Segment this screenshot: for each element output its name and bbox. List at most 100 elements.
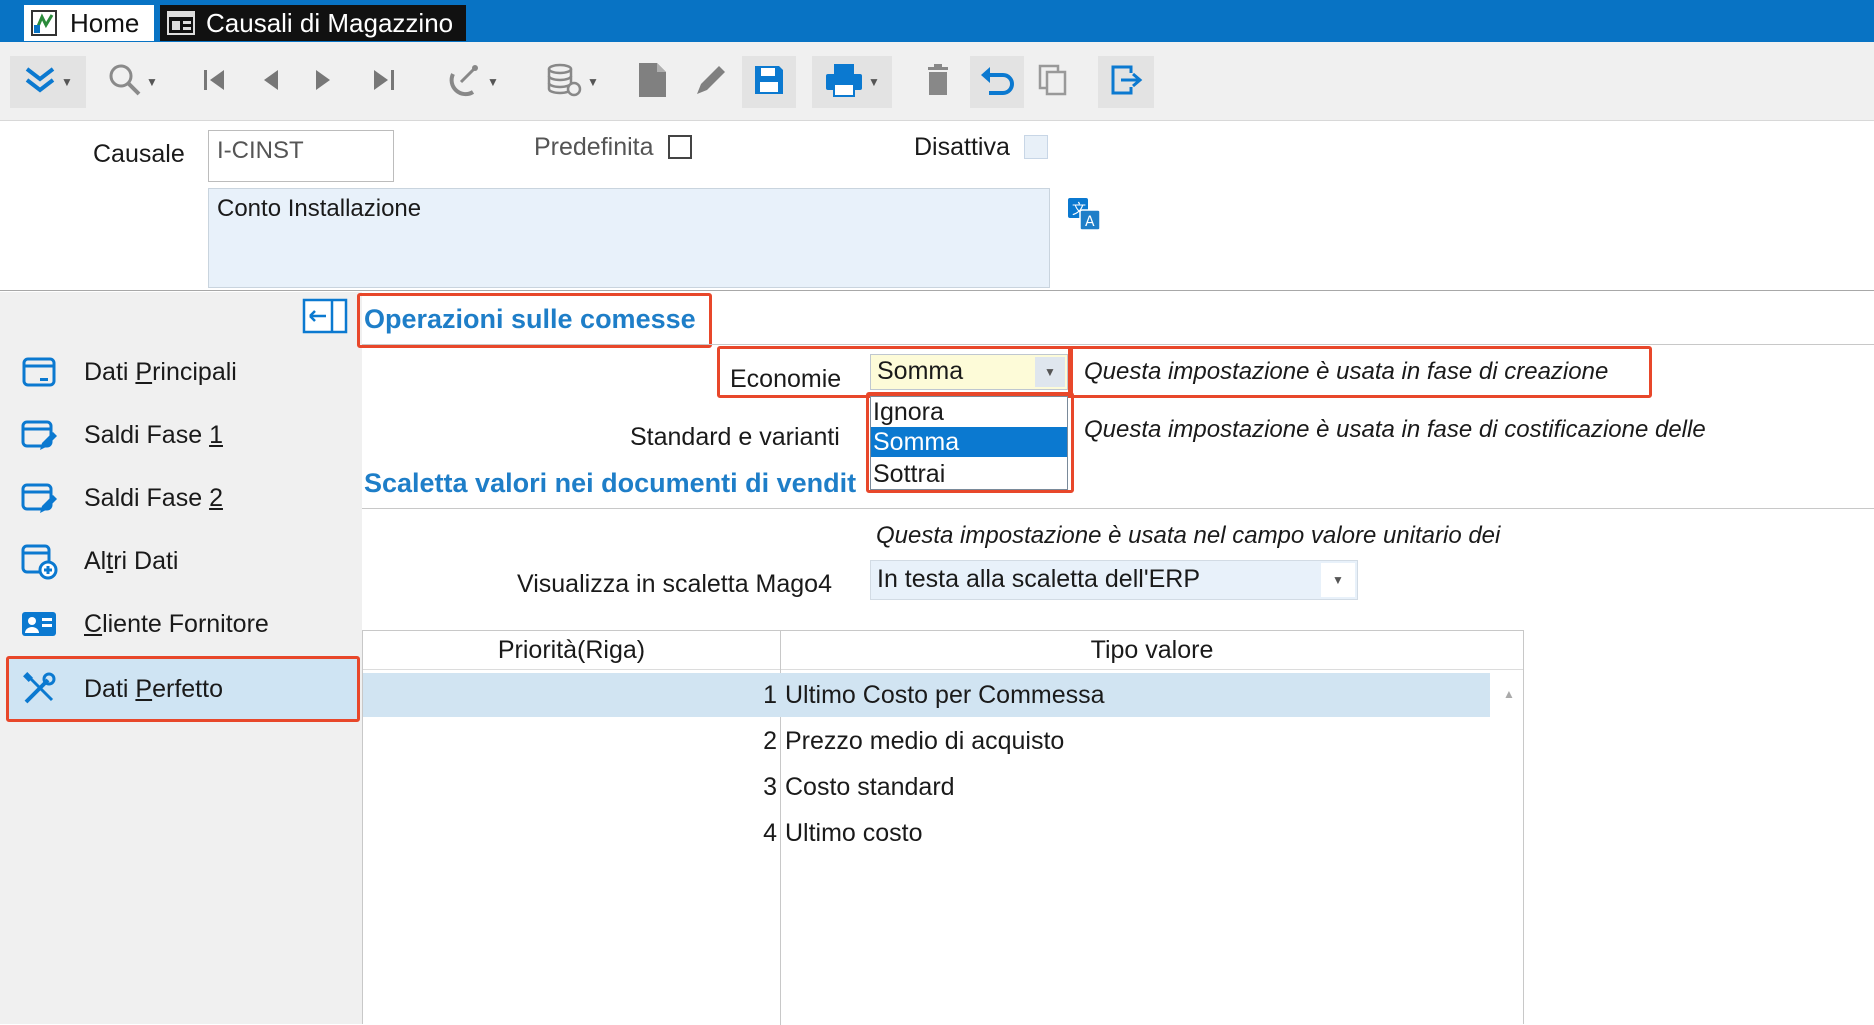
search-dropdown-icon: ▼ <box>146 75 158 89</box>
sidebar-item-cliente-fornitore[interactable]: Cliente Fornitore <box>6 596 358 652</box>
row-priority: 1 <box>763 681 777 709</box>
database-button[interactable]: ▼ <box>536 56 608 108</box>
save-button[interactable] <box>742 56 796 108</box>
save-icon <box>753 64 785 101</box>
dropdown-option-ignora[interactable]: Ignora <box>871 397 1069 427</box>
tab-home[interactable]: Home <box>24 5 154 41</box>
edit-button[interactable] <box>688 56 734 108</box>
edit-card-icon <box>20 479 58 517</box>
expand-button[interactable]: ▼ <box>10 56 86 108</box>
radar-button[interactable]: ▼ <box>438 56 508 108</box>
sidebar-item-altri-dati[interactable]: Altri Dati <box>6 533 358 589</box>
title-bar: Home Causali di Magazzino <box>0 0 1874 42</box>
new-document-button[interactable] <box>632 56 672 108</box>
expand-icon <box>23 65 57 100</box>
visualizza-select[interactable]: In testa alla scaletta dell'ERP ▼ <box>870 560 1358 600</box>
dropdown-option-sottrai[interactable]: Sottrai <box>871 459 1069 489</box>
last-record-icon <box>370 67 398 98</box>
sidebar-item-label: Dati Principali <box>84 357 237 386</box>
sidebar-item-dati-principali[interactable]: Dati Principali <box>6 344 358 400</box>
scroll-up-icon[interactable]: ▲ <box>1503 687 1515 701</box>
translate-icon: 文A <box>1066 198 1102 236</box>
copy-button[interactable] <box>1032 56 1074 108</box>
last-record-button[interactable] <box>366 56 402 108</box>
contact-card-icon <box>20 605 58 643</box>
radar-icon <box>447 62 483 103</box>
undo-button[interactable] <box>970 56 1024 108</box>
visualizza-select-value: In testa alla scaletta dell'ERP <box>877 565 1200 593</box>
section-operazioni-title: Operazioni sulle comesse <box>364 304 696 334</box>
standard-varianti-label: Standard e varianti <box>630 423 840 451</box>
toolbar: ▼ ▼ ▼ ▼ ▼ <box>0 42 1874 121</box>
form-window-icon <box>166 9 196 37</box>
economie-dropdown-list: Ignora Somma Sottrai <box>870 396 1068 490</box>
row-type: Prezzo medio di acquisto <box>785 727 1065 755</box>
first-record-icon <box>200 67 228 98</box>
economie-hint: Questa impostazione è usata in fase di c… <box>1084 358 1609 385</box>
sidebar-item-saldi-fase-1[interactable]: Saldi Fase 1 <box>6 407 358 463</box>
new-document-icon <box>636 61 668 104</box>
tab-home-label: Home <box>70 7 140 38</box>
sidebar-item-label: Saldi Fase 2 <box>84 483 223 512</box>
delete-button[interactable] <box>918 56 958 108</box>
disattiva-label: Disattiva <box>914 133 1010 161</box>
priority-grid: Priorità(Riga) Tipo valore 1 Ultimo Cost… <box>362 630 1524 1025</box>
edit-icon <box>693 62 729 103</box>
description-field[interactable]: Conto Installazione <box>208 188 1050 288</box>
radar-dropdown-icon: ▼ <box>487 75 499 89</box>
section-scaletta-title: Scaletta valori nei documenti di vendit <box>364 468 857 498</box>
table-row[interactable]: 4 Ultimo costo <box>363 811 1490 855</box>
chevron-down-icon[interactable]: ▼ <box>1321 563 1355 597</box>
sidebar: Dati Principali Saldi Fase 1 Saldi Fase … <box>0 292 362 1024</box>
predefinita-label: Predefinita <box>534 133 654 161</box>
column-header-priorita[interactable]: Priorità(Riga) <box>363 631 780 670</box>
undo-icon <box>979 63 1015 102</box>
collapse-panel-icon <box>302 298 348 338</box>
exit-icon <box>1109 63 1143 102</box>
disattiva-checkbox[interactable] <box>1024 135 1048 159</box>
sidebar-item-label: Dati Perfetto <box>84 674 223 703</box>
table-row[interactable]: 3 Costo standard <box>363 765 1490 809</box>
row-priority: 3 <box>763 773 777 801</box>
causale-label: Causale <box>93 140 185 168</box>
predefinita-checkbox[interactable] <box>668 135 692 159</box>
next-record-button[interactable] <box>306 56 342 108</box>
scaletta-hint: Questa impostazione è usata nel campo va… <box>876 522 1501 549</box>
causale-field[interactable]: I-CINST <box>208 130 394 182</box>
column-header-tipo-valore[interactable]: Tipo valore <box>781 631 1523 670</box>
economie-select[interactable]: Somma ▼ <box>870 354 1068 390</box>
standard-varianti-hint: Questa impostazione è usata in fase di c… <box>1084 416 1706 443</box>
exit-button[interactable] <box>1098 56 1154 108</box>
table-row[interactable]: 2 Prezzo medio di acquisto <box>363 719 1490 763</box>
sidebar-item-label: Altri Dati <box>84 546 179 575</box>
delete-icon <box>924 63 952 102</box>
sidebar-item-dati-perfetto[interactable]: Dati Perfetto <box>6 659 358 719</box>
table-row[interactable]: 1 Ultimo Costo per Commessa <box>363 673 1490 717</box>
visualizza-label: Visualizza in scaletta Mago4 <box>517 570 832 598</box>
row-priority: 4 <box>763 819 777 847</box>
database-icon <box>545 62 583 103</box>
search-icon <box>108 63 142 102</box>
first-record-button[interactable] <box>196 56 232 108</box>
section2-separator <box>362 508 1874 509</box>
translate-button[interactable]: 文A <box>1066 196 1102 237</box>
card-icon <box>20 353 58 391</box>
collapse-panel-button[interactable] <box>302 298 348 339</box>
edit-card-icon <box>20 416 58 454</box>
previous-record-button[interactable] <box>252 56 288 108</box>
print-button[interactable]: ▼ <box>812 56 892 108</box>
row-priority: 2 <box>763 727 777 755</box>
tab-causali-di-magazzino[interactable]: Causali di Magazzino <box>160 5 466 41</box>
chevron-down-icon[interactable]: ▼ <box>1035 357 1065 387</box>
sidebar-item-saldi-fase-2[interactable]: Saldi Fase 2 <box>6 470 358 526</box>
expand-dropdown-icon: ▼ <box>61 75 73 89</box>
dropdown-option-somma[interactable]: Somma <box>871 427 1067 457</box>
sidebar-item-label: Cliente Fornitore <box>84 609 269 638</box>
add-card-icon <box>20 542 58 580</box>
home-app-icon <box>30 9 60 37</box>
tools-icon <box>20 670 58 708</box>
search-button[interactable]: ▼ <box>98 56 168 108</box>
database-dropdown-icon: ▼ <box>587 75 599 89</box>
sidebar-item-label: Saldi Fase 1 <box>84 420 223 449</box>
economie-select-value: Somma <box>877 357 964 385</box>
